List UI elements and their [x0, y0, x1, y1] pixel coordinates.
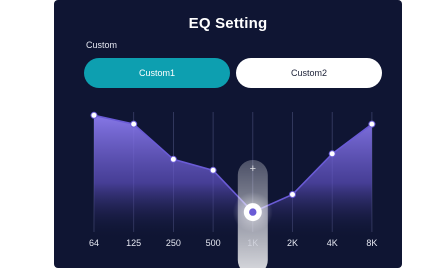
- band-label-500: 500: [206, 238, 221, 248]
- band-label-8k: 8K: [366, 238, 377, 248]
- band-point-2k[interactable]: [289, 191, 296, 198]
- band-point-250[interactable]: [169, 155, 177, 163]
- eq-screen: EQ Setting Custom Custom1 Custom2 +− 641…: [54, 0, 402, 268]
- eq-graph: +− 641252505001K2K4K8K: [89, 111, 377, 268]
- band-point-4k[interactable]: [328, 150, 336, 158]
- plus-icon[interactable]: +: [250, 163, 256, 175]
- band-label-64: 64: [89, 238, 99, 248]
- band-point-125[interactable]: [130, 120, 138, 128]
- band-label-125: 125: [126, 238, 141, 248]
- band-label-4k: 4K: [327, 238, 338, 248]
- band-point-1k[interactable]: [249, 208, 257, 216]
- band-label-1k: 1K: [247, 238, 258, 248]
- band-point-64[interactable]: [90, 111, 98, 119]
- band-point-8k[interactable]: [368, 120, 376, 128]
- band-label-250: 250: [166, 238, 181, 248]
- eq-curve-fill: [94, 115, 372, 238]
- band-point-500[interactable]: [209, 166, 217, 174]
- band-label-2k: 2K: [287, 238, 298, 248]
